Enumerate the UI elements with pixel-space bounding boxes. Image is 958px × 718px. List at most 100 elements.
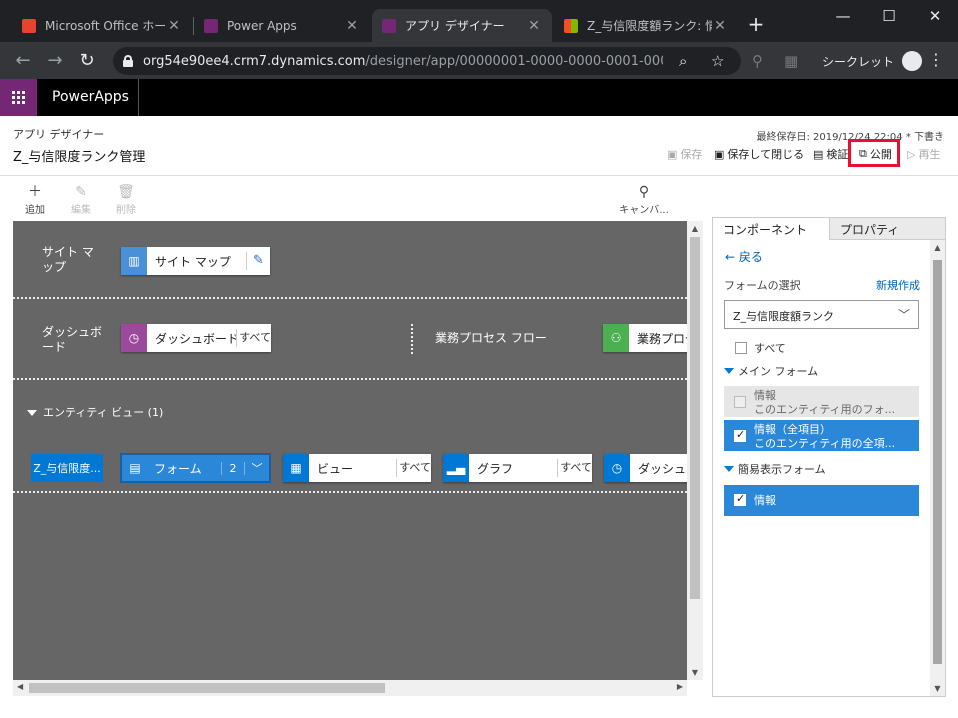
browser-tab-title: Power Apps: [227, 18, 297, 33]
tab-components[interactable]: コンポーネント: [713, 218, 829, 240]
browser-tab-app-designer[interactable]: アプリ デザイナー ✕: [372, 9, 552, 42]
scroll-down-icon[interactable]: ▼: [687, 668, 703, 677]
powerapps-header: PowerApps: [0, 79, 958, 116]
quick-form-option[interactable]: 情報: [724, 485, 919, 516]
form-option-name: 情報: [754, 494, 776, 507]
dashboard-row-label: ダッシュボード: [42, 325, 103, 354]
panel-tabs: コンポーネント プロパティ: [713, 218, 945, 240]
tab-properties[interactable]: プロパティ: [829, 218, 945, 240]
scroll-thumb[interactable]: [690, 237, 700, 599]
new-tab-icon[interactable]: +: [745, 14, 767, 36]
incognito-indicator[interactable]: シークレット: [822, 49, 923, 73]
address-bar[interactable]: org54e90ee4.crm7.dynamics.com/designer/a…: [113, 47, 741, 75]
zoom-icon[interactable]: ⌕: [679, 52, 687, 70]
collapse-triangle-icon: [27, 409, 37, 416]
canvas-vertical-scrollbar[interactable]: ▲ ▼: [687, 221, 703, 680]
scroll-right-icon[interactable]: ▶: [677, 682, 683, 691]
browser-tab-office[interactable]: Microsoft Office ホーム ✕: [12, 9, 192, 42]
maximize-icon[interactable]: ☐: [866, 4, 912, 28]
view-tile-label: ビュー: [317, 461, 354, 476]
quick-forms-header[interactable]: 簡易表示フォーム: [724, 461, 826, 477]
forward-arrow-icon[interactable]: →: [44, 50, 66, 72]
save-and-close-button[interactable]: ▣ 保存して閉じる: [714, 146, 804, 162]
canvas-horizontal-scrollbar[interactable]: ◀ ▶: [13, 680, 687, 696]
browser-menu-icon[interactable]: ⋮: [928, 50, 944, 70]
collapse-triangle-icon: [724, 466, 734, 472]
canvas-search-button[interactable]: ⚲ キャンバ...: [618, 183, 670, 216]
back-link[interactable]: ← 戻る: [725, 248, 763, 265]
close-tab-icon[interactable]: ✕: [712, 18, 728, 34]
row-divider: [13, 491, 687, 493]
extension-icon[interactable]: ▦: [784, 52, 798, 70]
column-divider: [411, 324, 413, 354]
entity-button[interactable]: Z_与信限度...: [31, 454, 103, 482]
sitemap-tile[interactable]: ▥ サイト マップ ✎: [121, 247, 270, 275]
main-form-option[interactable]: 情報（全項目） このエンティティ用の全項...: [724, 420, 919, 451]
bpf-tile[interactable]: ⚇ 業務プロセ: [603, 324, 687, 352]
close-tab-icon[interactable]: ✕: [526, 18, 542, 34]
scroll-up-icon[interactable]: ▲: [687, 224, 703, 233]
form-checkbox[interactable]: [734, 492, 746, 506]
main-form-option[interactable]: 情報 このエンティティ用のフォ...: [724, 386, 919, 417]
main-forms-header[interactable]: メイン フォーム: [724, 363, 818, 379]
powerapps-brand[interactable]: PowerApps: [52, 89, 129, 105]
browser-tab-title: Microsoft Office ホーム: [45, 19, 166, 33]
dashboard-tile[interactable]: ◷ ダッシュボード すべて: [121, 324, 271, 352]
chart-tile-label: グラフ: [477, 461, 514, 476]
save-icon: ▣: [667, 147, 678, 161]
view-all-label: すべて: [396, 459, 431, 477]
plus-icon: ＋: [28, 184, 42, 200]
process-flow-icon: ⚇: [603, 324, 629, 352]
browser-tab-title: Z_与信限度額ランク: 情: [587, 19, 712, 33]
chart-tile[interactable]: ▂▄ グラフ すべて: [443, 454, 592, 482]
form-checkbox[interactable]: [734, 396, 746, 408]
validate-button[interactable]: ▤ 検証: [813, 146, 848, 162]
save-button[interactable]: ▣ 保存: [667, 146, 702, 162]
designer-kind: アプリ デザイナー: [13, 128, 105, 141]
add-button[interactable]: ＋追加: [15, 183, 55, 216]
entity-view-header[interactable]: エンティティ ビュー (1): [27, 405, 163, 420]
form-checkbox[interactable]: [734, 428, 746, 442]
bpf-tile-label: 業務プロセ: [637, 331, 687, 346]
scroll-thumb[interactable]: [933, 260, 942, 664]
scroll-up-icon[interactable]: ▲: [930, 243, 945, 252]
play-button[interactable]: ▷ 再生: [907, 146, 940, 162]
chevron-down-icon[interactable]: ﹀: [245, 460, 269, 476]
back-arrow-icon[interactable]: ←: [12, 50, 34, 72]
form-select-label: フォームの選択: [724, 279, 801, 292]
browser-tab-power-apps[interactable]: Power Apps ✕: [194, 9, 370, 42]
pencil-icon[interactable]: ✎: [246, 252, 270, 270]
bookmark-star-icon[interactable]: ☆: [711, 52, 724, 70]
select-all-label: すべて: [754, 342, 786, 355]
scroll-thumb[interactable]: [29, 683, 385, 693]
power-apps-icon: [382, 18, 396, 33]
create-new-link[interactable]: 新規作成: [876, 277, 920, 293]
browser-tab-title: アプリ デザイナー: [405, 19, 505, 33]
form-option-desc: このエンティティ用のフォ...: [754, 403, 896, 416]
pencil-icon: ✎: [75, 184, 87, 200]
close-tab-icon[interactable]: ✕: [344, 18, 360, 34]
reload-icon[interactable]: ↻: [76, 50, 98, 72]
extension-icon[interactable]: ⚲: [752, 52, 763, 70]
delete-button[interactable]: 🗑 削除: [106, 183, 146, 216]
minimize-icon[interactable]: —: [820, 4, 866, 28]
close-tab-icon[interactable]: ✕: [166, 18, 182, 34]
entity-dashboard-tile[interactable]: ◷ ダッシュボ: [604, 454, 687, 482]
grid-icon: ▦: [283, 454, 309, 482]
close-window-icon[interactable]: ✕: [912, 4, 958, 28]
panel-scrollbar[interactable]: ▲ ▼: [930, 240, 945, 696]
app-launcher-icon[interactable]: [0, 79, 37, 116]
edit-button[interactable]: ✎ 編集: [61, 183, 101, 216]
view-tile[interactable]: ▦ ビュー すべて: [283, 454, 431, 482]
scroll-left-icon[interactable]: ◀: [17, 682, 23, 691]
browser-tab-entity[interactable]: Z_与信限度額ランク: 情 ✕: [554, 9, 738, 42]
select-all-checkbox[interactable]: [735, 342, 747, 354]
power-apps-icon: [204, 18, 218, 33]
row-divider: [13, 297, 687, 299]
url-text[interactable]: org54e90ee4.crm7.dynamics.com/designer/a…: [143, 54, 663, 69]
scroll-down-icon[interactable]: ▼: [930, 684, 945, 693]
bpf-row-label: 業務プロセス フロー: [435, 331, 547, 345]
chevron-down-icon: ﹀: [897, 308, 910, 322]
form-tile[interactable]: ▤ フォーム 2 ﹀: [120, 453, 271, 483]
entity-select[interactable]: Z_与信限度額ランク ﹀: [724, 300, 919, 329]
